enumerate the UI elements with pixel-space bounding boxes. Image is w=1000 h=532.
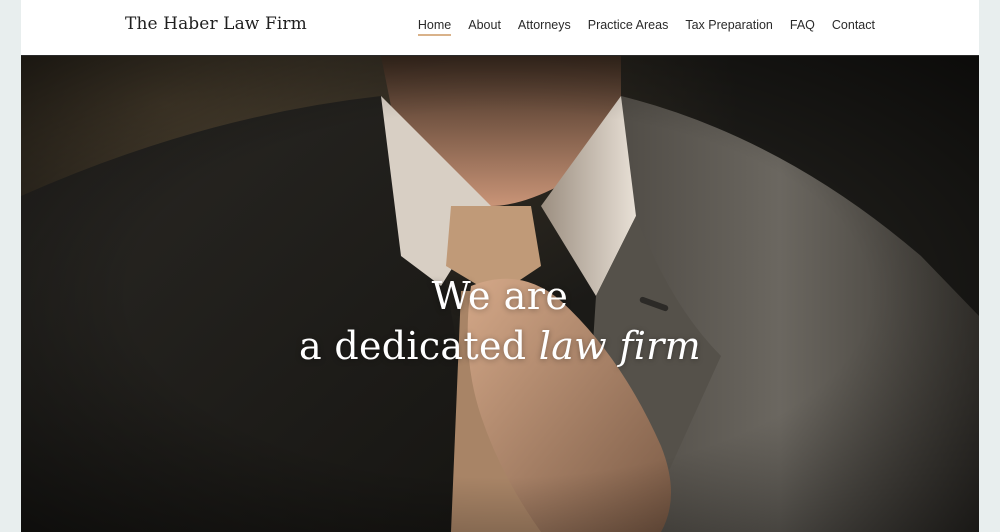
site-logo[interactable]: The Haber Law Firm bbox=[125, 14, 307, 34]
nav-item-contact[interactable]: Contact bbox=[832, 18, 875, 36]
main-nav: Home About Attorneys Practice Areas Tax … bbox=[417, 18, 875, 36]
site-header: The Haber Law Firm Home About Attorneys … bbox=[21, 0, 979, 56]
nav-item-home[interactable]: Home bbox=[417, 18, 452, 36]
nav-item-tax-preparation[interactable]: Tax Preparation bbox=[685, 18, 773, 36]
hero-section: We are a dedicated law firm bbox=[21, 56, 979, 532]
nav-item-faq[interactable]: FAQ bbox=[790, 18, 815, 36]
nav-item-practice-areas[interactable]: Practice Areas bbox=[588, 18, 669, 36]
page-frame: The Haber Law Firm Home About Attorneys … bbox=[21, 0, 979, 532]
hero-headline-plain: a dedicated bbox=[299, 324, 539, 368]
nav-item-attorneys[interactable]: Attorneys bbox=[518, 18, 571, 36]
hero-headline-italic: law firm bbox=[538, 324, 701, 368]
hero-headline-line1: We are bbox=[431, 274, 569, 318]
nav-item-about[interactable]: About bbox=[468, 18, 501, 36]
hero-headline-line2: a dedicated law firm bbox=[21, 324, 979, 368]
